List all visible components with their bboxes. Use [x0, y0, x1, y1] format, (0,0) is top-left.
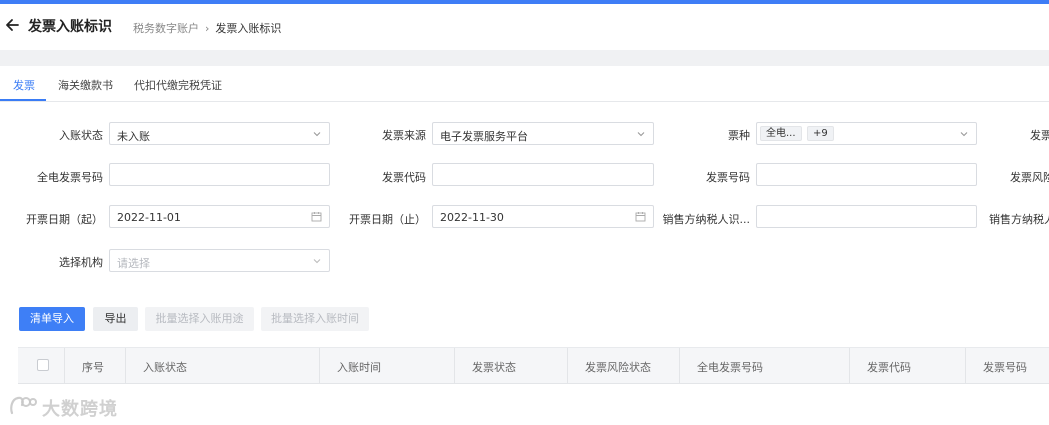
invoice-source-value: 电子发票服务平台	[440, 130, 528, 143]
back-arrow-icon[interactable]	[4, 16, 20, 34]
col-header-full-invoice-no[interactable]: 全电发票号码	[679, 348, 849, 383]
watermark: 大数跨境	[8, 393, 143, 420]
select-all-cell	[18, 348, 64, 383]
invoice-source-select[interactable]: 电子发票服务平台	[432, 122, 654, 145]
calendar-icon	[635, 212, 646, 222]
calendar-icon	[311, 212, 322, 222]
invoice-type-multiselect[interactable]: 全电... +9	[756, 122, 977, 145]
col-header-invoice-no[interactable]: 发票号码	[965, 348, 1049, 383]
invoice-no-label: 发票号码	[706, 171, 750, 184]
date-to-value: 2022-11-30	[440, 211, 504, 224]
invoice-type-tag: 全电...	[760, 126, 802, 141]
col-header-index[interactable]: 序号	[64, 348, 125, 383]
col4-label-2: 发票风险	[1010, 171, 1049, 184]
select-all-checkbox[interactable]	[37, 359, 49, 371]
entry-status-label: 入账状态	[59, 129, 103, 142]
watermark-text: 大数跨境	[42, 399, 118, 420]
breadcrumb-separator: ›	[205, 22, 210, 35]
tab-active-indicator	[0, 99, 46, 101]
tab-invoice[interactable]: 发票	[13, 77, 35, 93]
entry-status-select[interactable]: 未入账	[109, 122, 330, 145]
col4-label-3: 销售方纳税人	[989, 213, 1049, 226]
export-button[interactable]: 导出	[93, 307, 138, 331]
breadcrumb: 税务数字账户 › 发票入账标识	[133, 20, 281, 36]
page-header: 发票入账标识 税务数字账户 › 发票入账标识	[0, 4, 1049, 50]
date-to-picker[interactable]: 2022-11-30	[432, 205, 654, 228]
tab-withholding-certificate[interactable]: 代扣代缴完税凭证	[134, 77, 222, 93]
full-invoice-no-label: 全电发票号码	[37, 171, 103, 184]
invoice-type-label: 票种	[728, 129, 750, 142]
invoice-code-label: 发票代码	[382, 171, 426, 184]
col-header-risk-status[interactable]: 发票风险状态	[567, 348, 679, 383]
header-gap	[0, 50, 1049, 66]
invoice-no-input[interactable]	[756, 163, 977, 186]
batch-time-button[interactable]: 批量选择入账时间	[261, 307, 369, 331]
col-header-entry-status[interactable]: 入账状态	[125, 348, 319, 383]
invoice-source-label: 发票来源	[382, 129, 426, 142]
org-label: 选择机构	[59, 256, 103, 269]
invoice-type-more-tag: +9	[807, 126, 834, 141]
watermark-logo-icon	[10, 396, 37, 415]
chevron-down-icon	[637, 132, 645, 137]
date-from-label: 开票日期（起）	[26, 213, 103, 226]
org-placeholder: 请选择	[117, 257, 150, 270]
tab-customs-payment[interactable]: 海关缴款书	[58, 77, 113, 93]
col-header-entry-time[interactable]: 入账时间	[319, 348, 454, 383]
breadcrumb-item-account[interactable]: 税务数字账户	[133, 22, 199, 35]
seller-tax-id-input[interactable]	[756, 205, 977, 228]
tab-bar: 发票 海关缴款书 代扣代缴完税凭证	[0, 66, 1049, 102]
col-header-invoice-status[interactable]: 发票状态	[454, 348, 567, 383]
col4-label-1: 发票	[1030, 129, 1049, 142]
full-invoice-no-input[interactable]	[109, 163, 330, 186]
table-header: 序号 入账状态 入账时间 发票状态 发票风险状态 全电发票号码 发票代码 发票号…	[18, 347, 1049, 384]
date-from-picker[interactable]: 2022-11-01	[109, 205, 330, 228]
date-from-value: 2022-11-01	[117, 211, 181, 224]
chevron-down-icon	[313, 259, 321, 264]
batch-purpose-button[interactable]: 批量选择入账用途	[145, 307, 254, 331]
chevron-down-icon	[313, 132, 321, 137]
date-to-label: 开票日期（止）	[349, 213, 426, 226]
col-header-invoice-code[interactable]: 发票代码	[849, 348, 965, 383]
org-select[interactable]: 请选择	[109, 249, 330, 272]
chevron-down-icon	[960, 132, 968, 137]
entry-status-value: 未入账	[117, 130, 150, 143]
seller-tax-id-label: 销售方纳税人识...	[662, 213, 751, 226]
page-title: 发票入账标识	[28, 19, 112, 35]
breadcrumb-item-current: 发票入账标识	[215, 22, 282, 35]
invoice-code-input[interactable]	[432, 163, 654, 186]
import-list-button[interactable]: 清单导入	[19, 307, 85, 331]
